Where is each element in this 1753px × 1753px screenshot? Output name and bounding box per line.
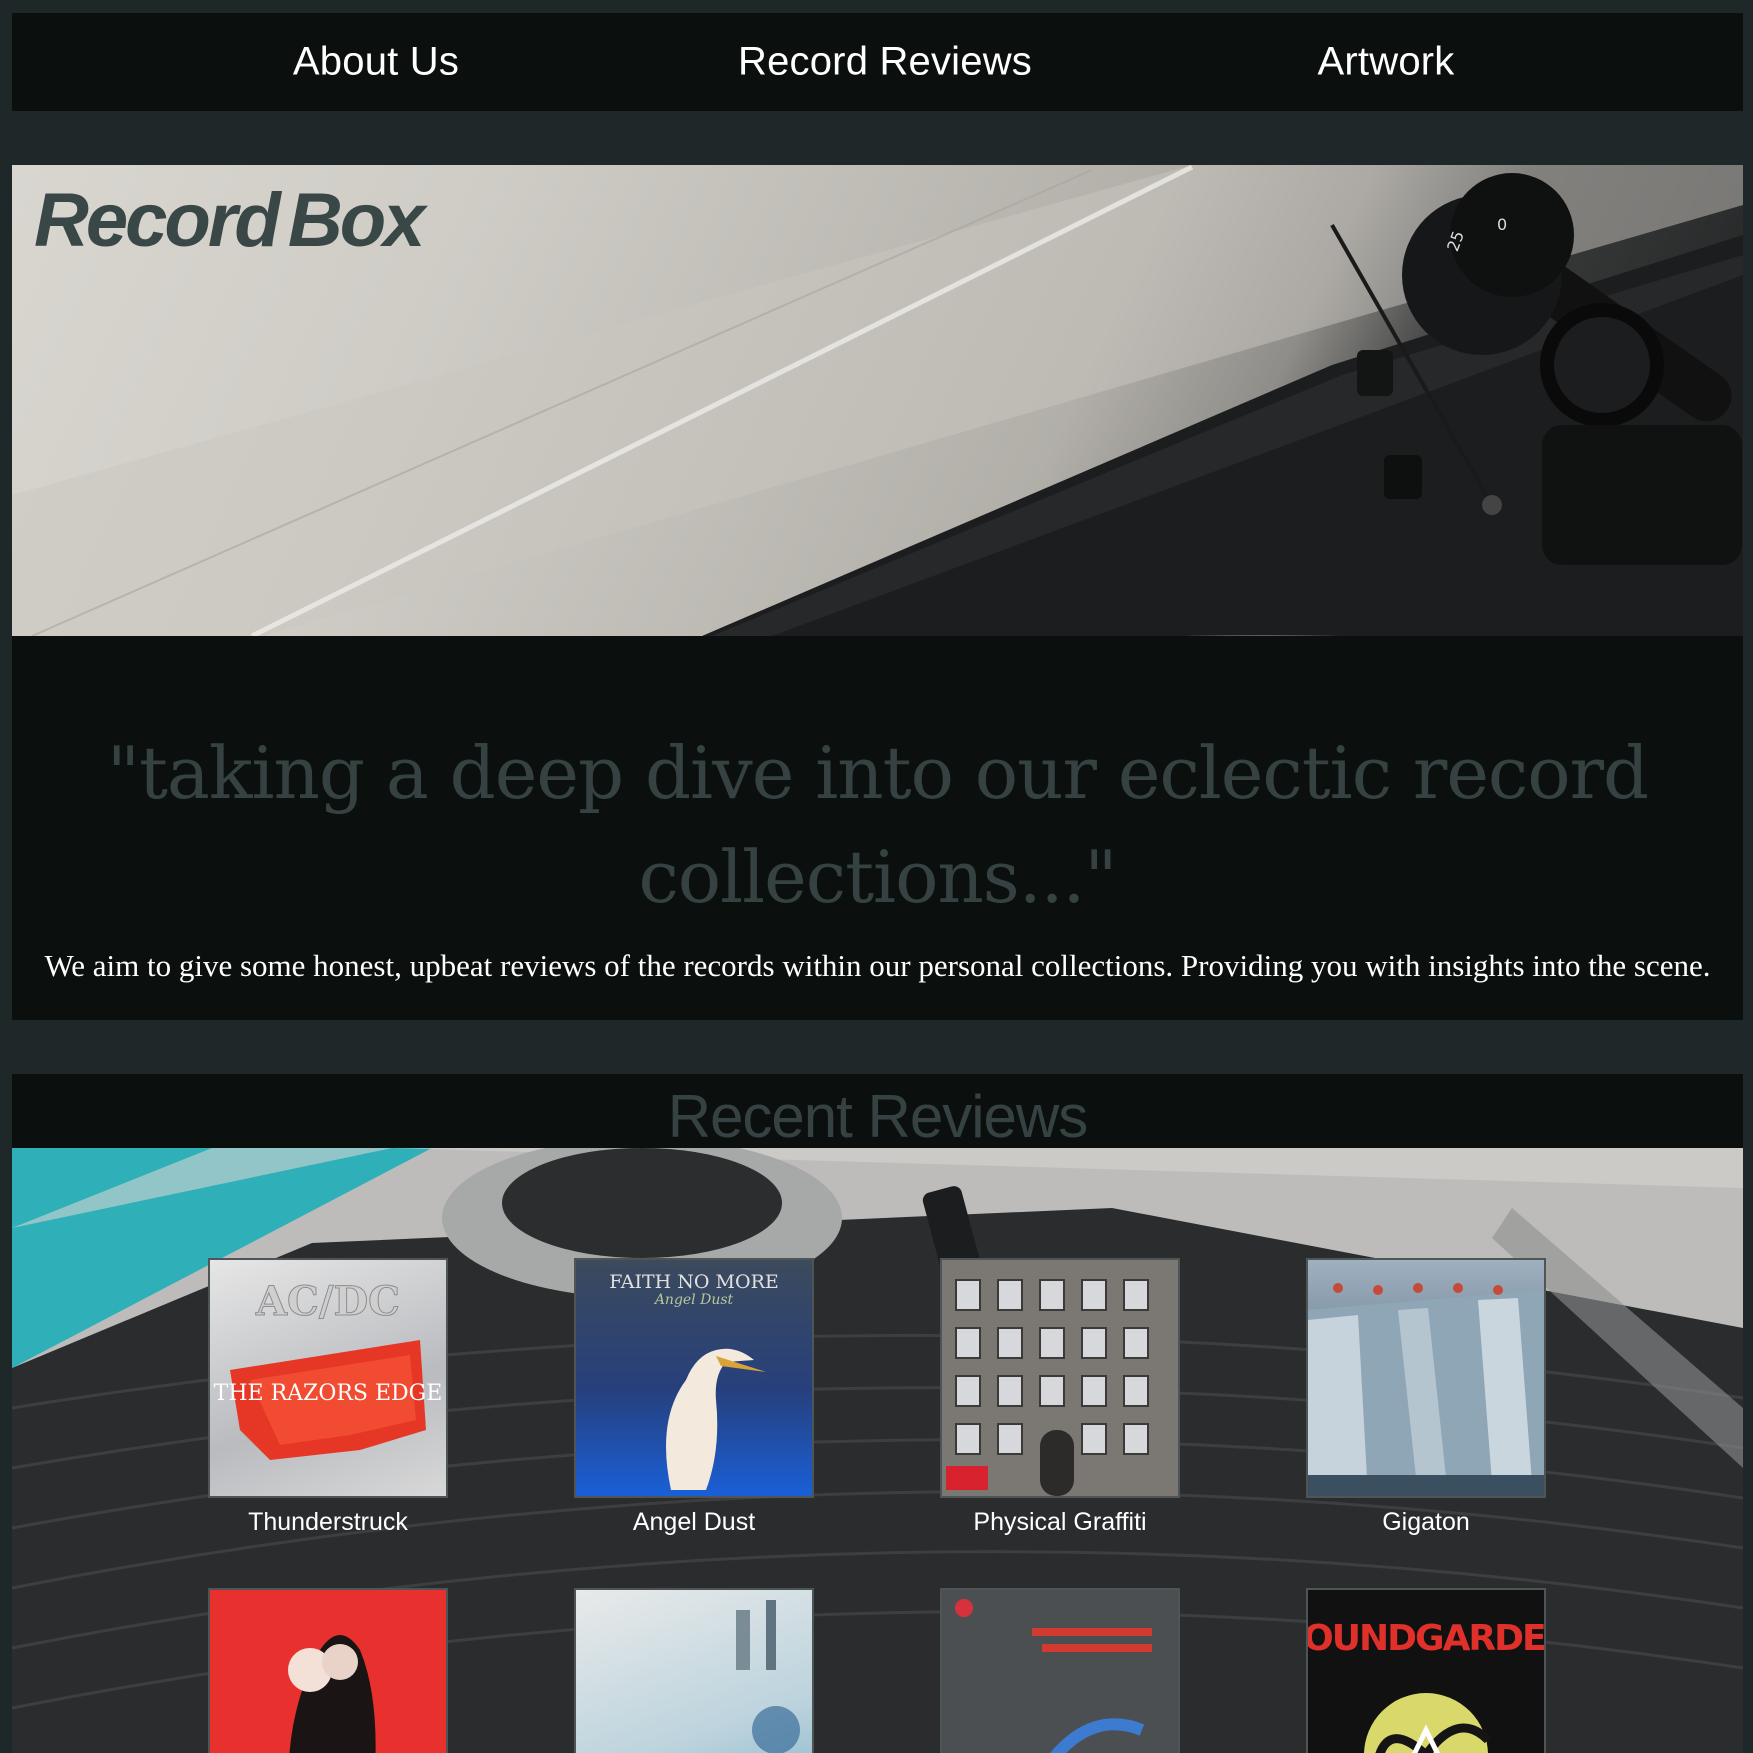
- cover-art-soundgarden: SOUNDGARDEN: [1308, 1618, 1544, 1753]
- album-card-5[interactable]: [208, 1588, 448, 1753]
- album-cover-6[interactable]: [574, 1588, 814, 1753]
- album-cover-5[interactable]: [208, 1588, 448, 1753]
- nav-record-reviews[interactable]: Record Reviews: [738, 40, 1032, 85]
- cover-band-name: FAITH NO MORE: [609, 1271, 779, 1293]
- hero-banner: 0 25 Record Box: [12, 165, 1743, 636]
- top-navigation: About Us Record Reviews Artwork: [12, 13, 1743, 111]
- intro-section: "taking a deep dive into our eclectic re…: [12, 636, 1743, 1020]
- mission-statement: We aim to give some honest, upbeat revie…: [44, 948, 1711, 983]
- cover-art-razors-edge: AC/DC THE RAZORS EDGE: [214, 1278, 443, 1460]
- cover-band-name: SOUNDGARDEN: [1308, 1618, 1544, 1659]
- cover-album-name: THE RAZORS EDGE: [214, 1381, 443, 1406]
- cover-art-physical-graffiti: [942, 1260, 1178, 1496]
- site-logo[interactable]: Record Box: [34, 177, 426, 264]
- album-cover-physical-graffiti[interactable]: [940, 1258, 1180, 1498]
- cover-art-dark-fish: [955, 1599, 1152, 1753]
- album-card-physical-graffiti[interactable]: Physical Graffiti: [940, 1258, 1180, 1537]
- album-cover-7[interactable]: [940, 1588, 1180, 1753]
- cover-art-angel-dust: FAITH NO MORE Angel Dust: [609, 1271, 779, 1490]
- album-card-angel-dust[interactable]: FAITH NO MORE Angel Dust Angel Dust: [574, 1258, 814, 1537]
- album-card-6[interactable]: [574, 1588, 814, 1753]
- album-title-physical-graffiti[interactable]: Physical Graffiti: [940, 1508, 1180, 1537]
- nav-about-us[interactable]: About Us: [293, 40, 459, 85]
- recent-reviews-header: Recent Reviews: [12, 1074, 1743, 1150]
- cover-art-blurred-figures: [736, 1600, 800, 1753]
- cover-art-red-embrace: [288, 1635, 376, 1753]
- album-cover-angel-dust[interactable]: FAITH NO MORE Angel Dust: [574, 1258, 814, 1498]
- album-title-gigaton[interactable]: Gigaton: [1306, 1508, 1546, 1537]
- logo-word-box: Box: [287, 178, 426, 263]
- recent-reviews-title: Recent Reviews: [667, 1083, 1089, 1150]
- album-cover-gigaton[interactable]: [1306, 1258, 1546, 1498]
- album-title-angel-dust[interactable]: Angel Dust: [574, 1508, 814, 1537]
- album-card-soundgarden[interactable]: SOUNDGARDEN: [1306, 1588, 1546, 1753]
- album-cover-thunderstruck[interactable]: AC/DC THE RAZORS EDGE: [208, 1258, 448, 1498]
- cover-band-name: AC/DC: [255, 1278, 400, 1325]
- tagline-quote: "taking a deep dive into our eclectic re…: [106, 731, 1649, 919]
- nav-artwork[interactable]: Artwork: [1318, 40, 1455, 85]
- svg-text:0: 0: [1497, 215, 1507, 234]
- album-card-thunderstruck[interactable]: AC/DC THE RAZORS EDGE Thunderstruck: [208, 1258, 448, 1537]
- recent-reviews-grid: AC/DC THE RAZORS EDGE Thunderstruck FAIT…: [12, 1148, 1743, 1753]
- album-card-7[interactable]: [940, 1588, 1180, 1753]
- logo-word-record: Record: [34, 178, 281, 263]
- album-card-gigaton[interactable]: Gigaton: [1306, 1258, 1546, 1537]
- album-cover-soundgarden[interactable]: SOUNDGARDEN: [1306, 1588, 1546, 1753]
- album-title-thunderstruck[interactable]: Thunderstruck: [208, 1508, 448, 1537]
- cover-art-gigaton: [1308, 1283, 1544, 1496]
- cover-album-name: Angel Dust: [653, 1292, 734, 1308]
